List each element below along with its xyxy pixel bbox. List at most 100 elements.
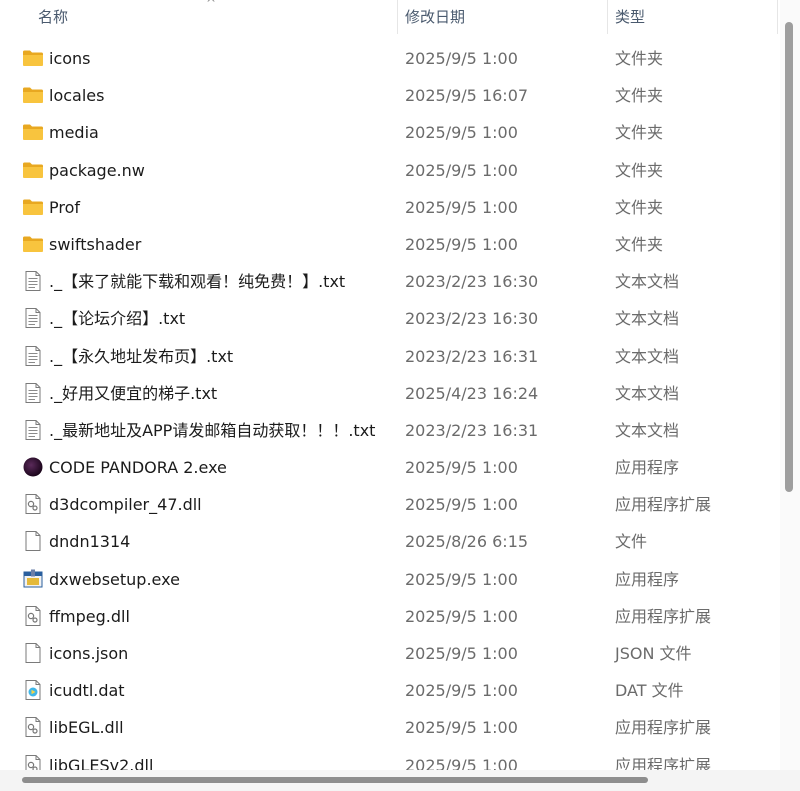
column-header-type[interactable]: 类型 [615, 0, 645, 34]
file-type: 应用程序 [615, 569, 680, 589]
file-name: ._好用又便宜的梯子.txt [49, 383, 218, 403]
file-type: 文本文档 [615, 383, 680, 403]
file-type: 文本文档 [615, 420, 680, 440]
file-row[interactable]: media 2025/9/5 1:00 文件夹 [0, 114, 780, 151]
file-name: ._【永久地址发布页】.txt [49, 346, 234, 366]
file-row[interactable]: CODE PANDORA 2.exe 2025/9/5 1:00 应用程序 [0, 449, 780, 486]
file-name: d3dcompiler_47.dll [49, 495, 202, 515]
file-row[interactable]: icons.json 2025/9/5 1:00 JSON 文件 [0, 635, 780, 672]
app-orb-icon [22, 457, 44, 477]
column-divider[interactable] [397, 0, 398, 34]
text-file-icon [22, 345, 44, 366]
dll-file-icon [22, 494, 44, 515]
file-modified-date: 2025/9/5 1:00 [405, 644, 518, 663]
file-type: JSON 文件 [615, 644, 692, 663]
file-row[interactable]: ._好用又便宜的梯子.txt 2025/4/23 16:24 文本文档 [0, 375, 780, 412]
file-modified-date: 2025/8/26 6:15 [405, 532, 529, 552]
file-modified-date: 2025/4/23 16:24 [405, 383, 539, 403]
file-list: icons 2025/9/5 1:00 文件夹 locales 2025/9/5 16:… [0, 40, 780, 784]
file-row[interactable]: package.nw 2025/9/5 1:00 文件夹 [0, 152, 780, 189]
file-modified-date: 2023/2/23 16:30 [405, 309, 539, 329]
column-header-row: 名称 ^ 修改日期 类型 [0, 0, 780, 34]
file-name: ._最新地址及APP请发邮箱自动获取！！！.txt [49, 420, 376, 440]
file-name: dndn1314 [49, 532, 131, 552]
file-row[interactable]: icons 2025/9/5 1:00 文件夹 [0, 40, 780, 77]
file-name: icons [49, 49, 91, 68]
folder-icon [22, 234, 44, 254]
file-modified-date: 2023/2/23 16:30 [405, 272, 539, 292]
file-row[interactable]: swiftshader 2025/9/5 1:00 文件夹 [0, 226, 780, 263]
text-file-icon [22, 271, 44, 292]
file-type: 文件夹 [615, 160, 664, 180]
file-name: libEGL.dll [49, 718, 124, 738]
blank-file-icon [22, 531, 44, 552]
column-header-date[interactable]: 修改日期 [405, 0, 465, 34]
vertical-scroll-thumb[interactable] [785, 22, 793, 492]
column-header-name[interactable]: 名称 [38, 0, 68, 34]
file-modified-date: 2025/9/5 1:00 [405, 718, 518, 738]
file-name: package.nw [49, 160, 145, 180]
file-modified-date: 2025/9/5 1:00 [405, 681, 518, 701]
file-type: 文本文档 [615, 346, 680, 366]
file-name: CODE PANDORA 2.exe [49, 458, 227, 478]
file-type: 文件夹 [615, 123, 664, 143]
file-modified-date: 2025/9/5 1:00 [405, 234, 518, 254]
dll-file-icon [22, 605, 44, 626]
file-type: 应用程序扩展 [615, 606, 712, 626]
file-row[interactable]: ._【来了就能下载和观看！纯免费！】.txt 2023/2/23 16:30 文本文… [0, 263, 780, 300]
file-type: 应用程序扩展 [615, 495, 712, 515]
file-type: 文件夹 [615, 234, 664, 254]
file-modified-date: 2025/9/5 16:07 [405, 86, 529, 106]
file-row[interactable]: dndn1314 2025/8/26 6:15 文件 [0, 523, 780, 560]
folder-icon [22, 122, 44, 142]
column-divider[interactable] [777, 0, 778, 34]
file-name: Prof [49, 197, 81, 217]
file-row[interactable]: locales 2025/9/5 16:07 文件夹 [0, 77, 780, 114]
file-type: 应用程序扩展 [615, 718, 712, 738]
installer-icon [22, 569, 44, 589]
column-divider[interactable] [607, 0, 608, 34]
folder-icon [22, 197, 44, 217]
sort-ascending-icon: ^ [206, 0, 217, 10]
file-type: 文件夹 [615, 49, 664, 68]
file-row[interactable]: d3dcompiler_47.dll 2025/9/5 1:00 应用程序扩展 [0, 486, 780, 523]
file-row[interactable]: dxwebsetup.exe 2025/9/5 1:00 应用程序 [0, 561, 780, 598]
text-file-icon [22, 308, 44, 329]
file-type: 文本文档 [615, 272, 680, 292]
file-row[interactable]: ._【永久地址发布页】.txt 2023/2/23 16:31 文本文档 [0, 338, 780, 375]
text-file-icon [22, 382, 44, 403]
media-file-icon [22, 680, 44, 701]
file-modified-date: 2025/9/5 1:00 [405, 49, 518, 68]
file-name: ffmpeg.dll [49, 606, 130, 626]
file-row[interactable]: icudtl.dat 2025/9/5 1:00 DAT 文件 [0, 672, 780, 709]
file-name: icudtl.dat [49, 681, 125, 701]
file-name: ._【论坛介绍】.txt [49, 309, 186, 329]
dll-file-icon [22, 717, 44, 738]
file-name: icons.json [49, 644, 129, 663]
file-name: dxwebsetup.exe [49, 569, 180, 589]
file-type: 文本文档 [615, 309, 680, 329]
file-modified-date: 2025/9/5 1:00 [405, 569, 518, 589]
file-row[interactable]: ._【论坛介绍】.txt 2023/2/23 16:30 文本文档 [0, 300, 780, 337]
file-row[interactable]: ffmpeg.dll 2025/9/5 1:00 应用程序扩展 [0, 598, 780, 635]
file-name: locales [49, 86, 105, 106]
blank-file-icon [22, 643, 44, 663]
folder-icon [22, 160, 44, 180]
file-type: 文件夹 [615, 86, 664, 106]
horizontal-scroll-thumb[interactable] [22, 777, 648, 783]
file-row[interactable]: Prof 2025/9/5 1:00 文件夹 [0, 189, 780, 226]
file-row[interactable]: libEGL.dll 2025/9/5 1:00 应用程序扩展 [0, 709, 780, 746]
file-name: ._【来了就能下载和观看！纯免费！】.txt [49, 272, 346, 292]
file-modified-date: 2025/9/5 1:00 [405, 606, 518, 626]
text-file-icon [22, 419, 44, 440]
file-type: DAT 文件 [615, 681, 684, 701]
file-modified-date: 2023/2/23 16:31 [405, 346, 539, 366]
file-modified-date: 2025/9/5 1:00 [405, 123, 518, 143]
file-modified-date: 2025/9/5 1:00 [405, 458, 518, 478]
file-row[interactable]: ._最新地址及APP请发邮箱自动获取！！！.txt 2023/2/23 16:31… [0, 412, 780, 449]
file-type: 应用程序 [615, 458, 680, 478]
scrollbar-corner [780, 770, 800, 791]
file-name: media [49, 123, 99, 143]
file-modified-date: 2025/9/5 1:00 [405, 197, 518, 217]
file-type: 文件夹 [615, 197, 664, 217]
